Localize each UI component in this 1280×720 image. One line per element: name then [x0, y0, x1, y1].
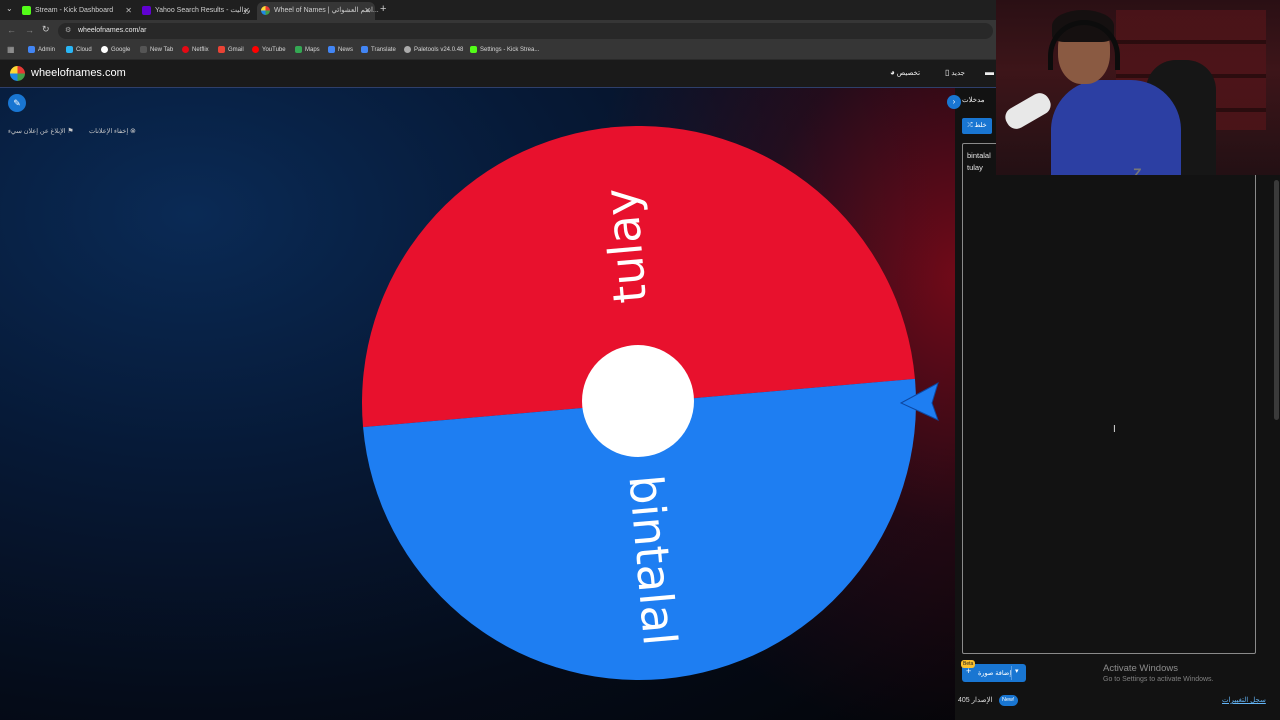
new-button[interactable]: ▯ جديد: [945, 68, 965, 77]
activate-windows-subtitle: Go to Settings to activate Windows.: [1103, 676, 1214, 683]
edit-pencil-button[interactable]: ✎: [8, 94, 26, 112]
news-icon: [328, 45, 335, 53]
add-image-label: إضافة صورة: [978, 670, 1012, 677]
translate-icon: [361, 45, 368, 53]
tab-yahoo-search[interactable]: Yahoo Search Results - رواليت ✕: [142, 2, 250, 20]
bookmark-gmail[interactable]: Gmail: [218, 45, 244, 55]
wheel-of-names-icon: [261, 5, 270, 15]
wheel-logo-icon[interactable]: [10, 66, 25, 81]
scrollbar[interactable]: [1274, 180, 1279, 420]
kick-icon: [22, 5, 31, 15]
url-bar[interactable]: ⚙ wheelofnames.com/ar: [58, 23, 993, 39]
back-icon[interactable]: ←: [7, 25, 16, 35]
bookmark-google[interactable]: Google: [101, 45, 130, 55]
maps-icon: [295, 45, 302, 53]
folder-icon[interactable]: ▬: [985, 67, 994, 77]
youtube-icon: [252, 45, 259, 53]
palette-icon: ◕: [890, 68, 895, 77]
entries-textarea[interactable]: bintalal tulay: [962, 143, 1256, 654]
activate-windows-title: Activate Windows: [1103, 663, 1178, 674]
wheel-center-hub[interactable]: [582, 345, 694, 457]
close-circle-icon: ⊗: [129, 128, 136, 135]
tab-entries[interactable]: مدخلات: [962, 96, 985, 104]
site-logo-text[interactable]: wheelofnames.com: [31, 67, 126, 79]
bookmark-paletools[interactable]: Paletools v24.0.48: [404, 45, 463, 55]
wheel[interactable]: tulaybintalal: [330, 100, 950, 700]
person-hoodie: [1051, 80, 1181, 175]
paletools-icon: [404, 45, 411, 53]
close-tab-icon[interactable]: ✕: [125, 2, 132, 20]
yahoo-icon: [142, 5, 151, 15]
site-info-icon[interactable]: ⚙: [65, 23, 71, 39]
wheel-segment-label: tulay: [593, 186, 657, 306]
text-cursor-icon: I: [1113, 424, 1116, 435]
bookmark-kick-settings[interactable]: Settings - Kick Strea...: [470, 45, 539, 55]
tab-title: Yahoo Search Results - رواليت: [155, 7, 251, 14]
tab-title: Wheel of Names | اسم العشوائي...: [274, 7, 379, 14]
tab-title: Stream - Kick Dashboard: [35, 7, 114, 14]
dropdown-divider: [1011, 666, 1012, 680]
reload-icon[interactable]: ↻: [42, 24, 50, 35]
microphone: [1001, 89, 1055, 133]
bookmark-admin[interactable]: Admin: [28, 45, 55, 55]
hide-ads-link[interactable]: إخفاء الإعلانات ⊗: [89, 127, 136, 135]
apps-grid-icon[interactable]: ▦: [7, 45, 15, 54]
bookmark-maps[interactable]: Maps: [295, 45, 320, 55]
collapse-panel-icon[interactable]: ›: [947, 95, 961, 109]
shuffle-icon: ⤮: [967, 122, 973, 129]
chevron-down-icon[interactable]: ▾: [1015, 667, 1019, 675]
gmail-icon: [218, 45, 225, 53]
file-icon: ▯: [945, 68, 950, 77]
wheel-segments[interactable]: tulaybintalal: [362, 125, 916, 680]
report-ad-link[interactable]: الإبلاغ عن إعلان سيء ⚑: [8, 127, 74, 135]
kick-icon: [470, 45, 477, 53]
bookmark-translate[interactable]: Translate: [361, 45, 396, 55]
changelog-link[interactable]: سجل التغييرات: [1222, 696, 1266, 704]
new-tab-button[interactable]: +: [380, 3, 386, 15]
customize-button[interactable]: ◕ تخصيص: [890, 68, 920, 77]
beta-badge: Beta: [961, 660, 976, 668]
tab-search-icon[interactable]: ⌄: [6, 4, 13, 13]
bookmark-netflix[interactable]: Netflix: [182, 45, 209, 55]
netflix-icon: [182, 45, 189, 53]
bookmark-cloud[interactable]: Cloud: [66, 45, 92, 55]
bookmark-news[interactable]: News: [328, 45, 353, 55]
flag-icon: ⚑: [67, 128, 74, 135]
watermark-logo: Z: [1133, 165, 1142, 175]
new-badge: New!: [999, 695, 1018, 706]
shuffle-button[interactable]: ⤮ خلط: [962, 118, 992, 134]
url-text: wheelofnames.com/ar: [78, 27, 147, 34]
new-tab-icon: [140, 45, 147, 53]
bookmark-new-tab[interactable]: New Tab: [140, 45, 173, 55]
forward-icon[interactable]: →: [25, 25, 34, 35]
version-label: الإصدار 405: [958, 697, 993, 704]
cloud-icon: [66, 45, 73, 53]
tab-wheel-of-names[interactable]: Wheel of Names | اسم العشوائي... ✕: [257, 2, 379, 20]
bookmark-youtube[interactable]: YouTube: [252, 45, 286, 55]
admin-icon: [28, 45, 35, 53]
google-icon: [101, 45, 108, 53]
close-tab-icon[interactable]: ✕: [243, 2, 250, 20]
tab-kick-dashboard[interactable]: Stream - Kick Dashboard ✕: [22, 2, 132, 20]
webcam-overlay: Z: [996, 0, 1280, 175]
close-tab-icon[interactable]: ✕: [364, 2, 371, 20]
